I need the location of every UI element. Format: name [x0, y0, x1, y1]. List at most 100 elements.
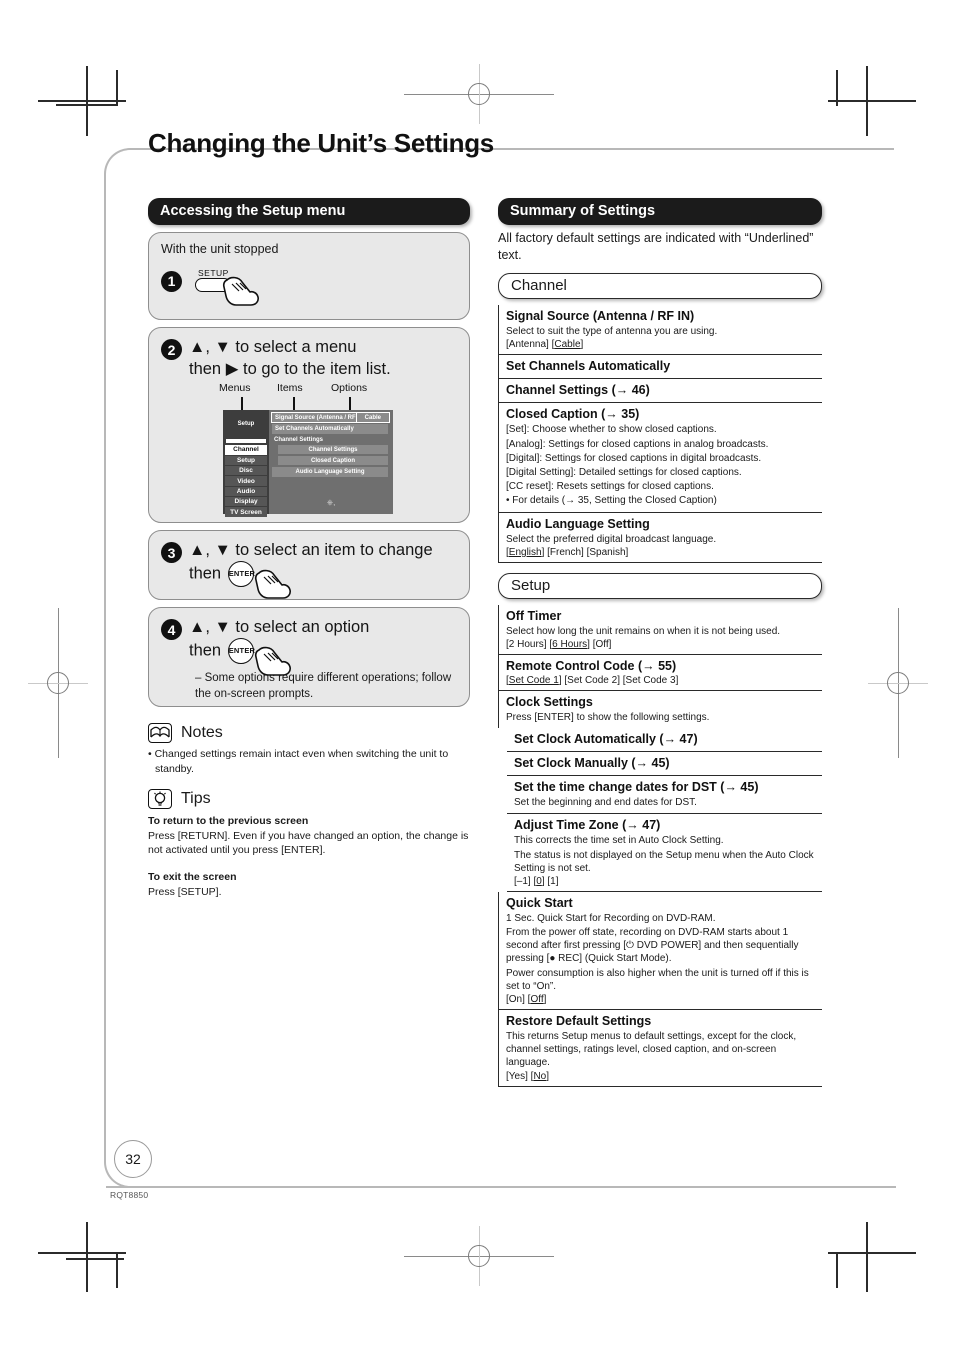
osd-item-set-channels-automatically[interactable]: Set Channels Automatically: [272, 424, 388, 434]
setting-options: [Set Code 1] [Set Code 2] [Set Code 3]: [506, 674, 679, 686]
osd-label-items: Items: [277, 382, 303, 395]
osd-item-channel-settings[interactable]: Channel Settings: [278, 444, 388, 455]
notes-book-icon: [148, 723, 172, 744]
step-2-number: 2: [161, 339, 182, 360]
setting-entry: Audio Language Setting Select the preferr…: [498, 512, 822, 563]
osd-callout-labels: Menus Items Options: [209, 382, 409, 443]
registration-mark-left: [28, 608, 88, 758]
step-4-line1: ▲, ▼ to select an option: [189, 618, 370, 637]
setting-entry: Set Clock Automatically (→ 47): [507, 728, 822, 753]
osd-item-closed-caption[interactable]: Closed Caption: [278, 456, 388, 466]
model-code: RQT8850: [110, 1190, 149, 1200]
setting-title: Quick Start: [506, 895, 573, 910]
setting-description: [Digital Setting]: Detailed settings for…: [506, 467, 742, 478]
tips-text-exit: Press [SETUP].: [148, 885, 222, 898]
setting-options: [–1] [0] [1]: [514, 875, 559, 887]
page-title: Changing the Unit’s Settings: [148, 128, 494, 158]
tips-lightbulb-icon: [148, 789, 172, 810]
osd-menu-item-tv-screen[interactable]: TV Screen: [225, 507, 267, 517]
setting-entry: Channel Settings (→ 46): [498, 379, 822, 404]
step-2-line2-pre: then: [189, 360, 222, 379]
setting-title: Off Timer: [506, 608, 562, 623]
setting-title: Remote Control Code (→ 55): [506, 658, 677, 673]
setting-description: Select the preferred digital broadcast l…: [506, 533, 717, 545]
enter-button-icon: ENTER: [227, 638, 255, 665]
tips-subhead-exit: To exit the screen: [148, 870, 237, 883]
setting-entry: Restore Default Settings This returns Set…: [498, 1010, 822, 1087]
osd-screen: Setup Channel Setup Disc Video Audio Dis…: [223, 410, 393, 517]
setting-description: This returns Setup menus to default sett…: [506, 1031, 797, 1069]
section-pill-channel: Channel: [498, 273, 822, 300]
step-3-line1: ▲, ▼ to select an item to change: [189, 541, 433, 560]
setting-description: Select how long the unit remains on when…: [506, 625, 781, 637]
step-1-box: With the unit stopped 1 SETUP: [148, 232, 470, 320]
settings-sections: Channel Signal Source (Antenna / RF IN) Se…: [498, 273, 822, 1087]
step-2-box: 2 ▲, ▼ to select a menu then ▶ to go to …: [148, 327, 470, 524]
setting-title: Set Channels Automatically: [506, 359, 671, 374]
osd-footer-glyph: ⎈,: [326, 498, 336, 508]
setting-title: Clock Settings: [506, 694, 593, 709]
osd-menu-item-video[interactable]: Video: [225, 476, 267, 486]
setting-description: Set the beginning and end dates for DST.: [514, 797, 697, 809]
setting-entry: Remote Control Code (→ 55) [Set Code 1] […: [498, 654, 822, 691]
step-4-box: 4 ▲, ▼ to select an option then ENTER – …: [148, 607, 470, 708]
registration-mark-top: [404, 64, 554, 124]
osd-item-audio-language-setting[interactable]: Audio Language Setting: [272, 467, 388, 477]
step-4-number: 4: [161, 619, 182, 641]
setting-options: [Antenna] [Cable]: [506, 339, 584, 351]
setting-title: Audio Language Setting: [506, 516, 650, 531]
setting-title: Set the time change dates for DST (→ 45): [514, 780, 759, 795]
osd-menu-item-display[interactable]: Display: [225, 497, 267, 507]
step-3-line2-pre: then: [189, 564, 222, 583]
setting-entry: Signal Source (Antenna / RF IN) Select to…: [498, 305, 822, 356]
step-3-box: 3 ▲, ▼ to select an item to change then …: [148, 530, 470, 601]
osd-menu-item-setup[interactable]: Setup: [225, 455, 267, 465]
setting-entry: Clock Settings Press [ENTER] to show the …: [498, 690, 822, 729]
tips-subhead-return: To return to the previous screen: [148, 815, 309, 828]
setting-options: [On] [Off]: [506, 994, 547, 1005]
osd-selection-bar: [226, 439, 266, 444]
setting-entry: Quick Start 1 Sec. Quick Start for Record…: [498, 891, 822, 1010]
osd-diagram: Menus Items Options Setup Channel Setup …: [209, 382, 409, 517]
left-column: Accessing the Setup menu With the unit s…: [148, 198, 470, 899]
setting-title: Signal Source (Antenna / RF IN): [506, 309, 695, 324]
osd-menu-item-audio[interactable]: Audio: [225, 486, 267, 497]
osd-label-options: Options: [331, 382, 368, 395]
setup-button-icon: SETUP: [195, 268, 259, 306]
setting-title: Adjust Time Zone (→ 47): [514, 818, 661, 833]
registration-mark-bottom: [404, 1226, 554, 1286]
setting-entry: Set Clock Manually (→ 45): [507, 752, 822, 777]
step-3-number: 3: [161, 542, 182, 564]
setting-title: Restore Default Settings: [506, 1014, 652, 1028]
pointing-hand-icon: [254, 570, 291, 600]
step-4-line2-pre: then: [189, 641, 222, 660]
setting-description: 1 Sec. Quick Start for Recording on DVD-…: [506, 912, 716, 924]
osd-menu-item-disc[interactable]: Disc: [225, 465, 267, 476]
section-entries: Signal Source (Antenna / RF IN) Select to…: [498, 305, 822, 563]
step-1-intro: With the unit stopped: [161, 242, 279, 256]
accessing-setup-menu-banner: Accessing the Setup menu: [148, 198, 470, 225]
right-arrow-icon: ▶: [225, 359, 239, 379]
setting-description: The status is not displayed on the Setup…: [514, 849, 814, 874]
osd-label-menus: Menus: [219, 382, 251, 395]
setting-description: Press [ENTER] to show the following sett…: [506, 711, 710, 723]
setting-description: [CC reset]: Resets settings for closed c…: [506, 481, 714, 493]
osd-option-value[interactable]: Cable: [355, 412, 391, 424]
setting-entry: Set the time change dates for DST (→ 45)…: [507, 776, 822, 815]
notes-heading: Notes: [148, 723, 470, 744]
summary-of-settings-banner: Summary of Settings: [498, 198, 822, 225]
step-1-number: 1: [161, 270, 182, 292]
tips-text-return: Press [RETURN]. Even if you have changed…: [148, 829, 469, 857]
osd-menu-item-channel[interactable]: Channel: [225, 445, 267, 455]
setting-title: Closed Caption (→ 35): [506, 407, 640, 422]
setting-description: • For details (→ 35, Setting the Closed …: [506, 495, 717, 507]
section-entries: Off Timer Select how long the unit remain…: [498, 604, 822, 1087]
setting-description: [Analog]: Settings for closed captions i…: [506, 438, 769, 450]
setting-options: [Yes] [No]: [506, 1070, 550, 1082]
step-4-note: – Some options require different operati…: [195, 672, 452, 700]
setup-key-label: SETUP: [198, 268, 229, 278]
osd-screen-title: Setup: [223, 410, 269, 439]
tips-heading: Tips: [148, 789, 470, 810]
setting-title: Set Clock Manually (→ 45): [514, 756, 670, 771]
enter-button-icon: ENTER: [227, 561, 255, 588]
